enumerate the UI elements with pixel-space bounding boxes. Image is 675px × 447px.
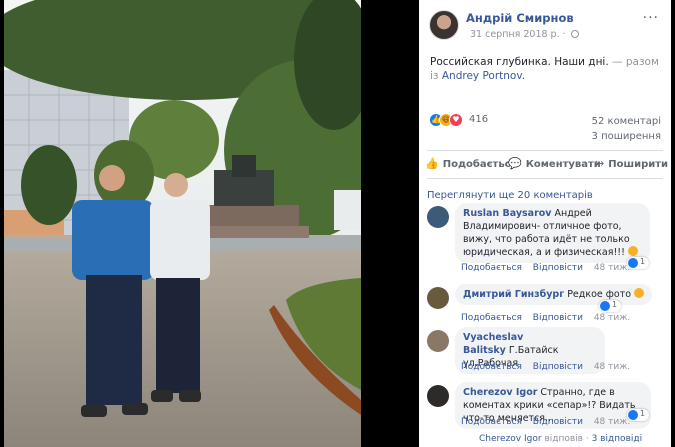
comment-reply-link[interactable]: Відповісти (533, 417, 583, 427)
comment-label: Коментувати (525, 159, 601, 170)
comment-like-link[interactable]: Подобається (461, 263, 522, 273)
like-icon (600, 301, 610, 311)
reaction-count[interactable]: 416 (469, 114, 488, 125)
more-options-icon[interactable]: ··· (643, 10, 659, 26)
divider (427, 150, 663, 151)
screenshot-root: Андрій Смирнов 31 серпня 2018 р. · ··· Р… (0, 0, 675, 447)
commenter-name[interactable]: Cherezov Igor (463, 387, 537, 398)
globe-icon (570, 30, 579, 38)
reply-action: відповів (544, 434, 583, 444)
commenter-name[interactable]: Дмитрий Гинзбург (463, 289, 564, 300)
post-date-text[interactable]: 31 серпня 2018 р. · (470, 29, 566, 40)
tagged-person-link[interactable]: Andrey Portnov. (442, 70, 525, 82)
replies-link[interactable]: 3 відповіді (592, 434, 643, 444)
post-text: Российская глубинка. Наши дні. — разом і… (430, 55, 664, 83)
love-icon: ♥ (449, 113, 463, 127)
author-avatar[interactable] (429, 10, 459, 40)
comment-text: Редкое фото (567, 289, 632, 300)
comment-icon: 💬 (508, 157, 522, 170)
comment-like-link[interactable]: Подобається (461, 313, 522, 323)
divider (427, 178, 663, 179)
commenter-name[interactable]: Ruslan Baysarov (463, 208, 552, 219)
post-photo[interactable] (4, 0, 361, 447)
comment-like-link[interactable]: Подобається (461, 417, 522, 427)
comment-likes: 1 (640, 257, 646, 266)
photo-illustration (4, 0, 361, 447)
comment-likes: 1 (612, 300, 618, 309)
post-header: Андрій Смирнов 31 серпня 2018 р. · ··· (419, 0, 671, 48)
reply-author[interactable]: Cherezov Igor (479, 434, 542, 444)
comment-like-count[interactable]: 1 (599, 300, 621, 312)
comment-time[interactable]: 48 тиж. (594, 263, 630, 273)
comment-meta: Подобається Відповісти 48 тиж. (461, 362, 638, 372)
like-label: Подобається (442, 159, 518, 170)
commenter-avatar[interactable] (427, 287, 449, 309)
comment-reply-link[interactable]: Відповісти (533, 263, 583, 273)
comment-bubble: Ruslan Baysarov Андрей Владимирович- отли… (455, 203, 650, 263)
comment-like-link[interactable]: Подобається (461, 362, 522, 372)
comment-button[interactable]: 💬 Коментувати (508, 157, 601, 170)
comment-bubble: Дмитрий Гинзбург Редкое фото (455, 284, 653, 305)
commenter-avatar[interactable] (427, 385, 449, 407)
comment-meta: Подобається Відповісти 48 тиж. (461, 263, 638, 273)
post-stats: 52 коментарі 3 поширення (592, 114, 661, 144)
comment-likes: 1 (640, 409, 646, 418)
smile-emoji-icon (634, 288, 645, 298)
comment-reply-link[interactable]: Відповісти (533, 362, 583, 372)
view-more-comments-link[interactable]: Переглянути ще 20 коментарів (427, 190, 593, 201)
post-date[interactable]: 31 серпня 2018 р. · (470, 29, 579, 40)
reply-thread-summary[interactable]: Cherezov Igor відповів · 3 відповіді (479, 434, 642, 444)
post-body: Российская глубинка. Наши дні. (430, 56, 609, 68)
comment-time[interactable]: 48 тиж. (594, 362, 630, 372)
like-button[interactable]: 👍 Подобається (425, 157, 517, 170)
share-button[interactable]: ↪ Поширити (595, 157, 668, 170)
comment-time[interactable]: 48 тиж. (594, 313, 630, 323)
comment-meta: Подобається Відповісти 48 тиж. (461, 313, 638, 323)
flexed-biceps-emoji-icon (627, 246, 638, 256)
comment-reply-link[interactable]: Відповісти (533, 313, 583, 323)
commenter-avatar[interactable] (427, 330, 449, 352)
post-panel: Андрій Смирнов 31 серпня 2018 р. · ··· Р… (419, 0, 671, 447)
author-name[interactable]: Андрій Смирнов (466, 11, 574, 25)
share-label: Поширити (608, 159, 669, 170)
commenter-avatar[interactable] (427, 206, 449, 228)
comment-time[interactable]: 48 тиж. (594, 417, 630, 427)
post-actions: 👍 Подобається 💬 Коментувати ↪ Поширити (419, 153, 671, 175)
share-icon: ↪ (595, 157, 605, 170)
thumbs-up-icon: 👍 (425, 157, 439, 170)
comment-meta: Подобається Відповісти 48 тиж. (461, 417, 638, 427)
shares-count[interactable]: 3 поширення (592, 129, 661, 144)
comments-count[interactable]: 52 коментарі (592, 114, 661, 129)
